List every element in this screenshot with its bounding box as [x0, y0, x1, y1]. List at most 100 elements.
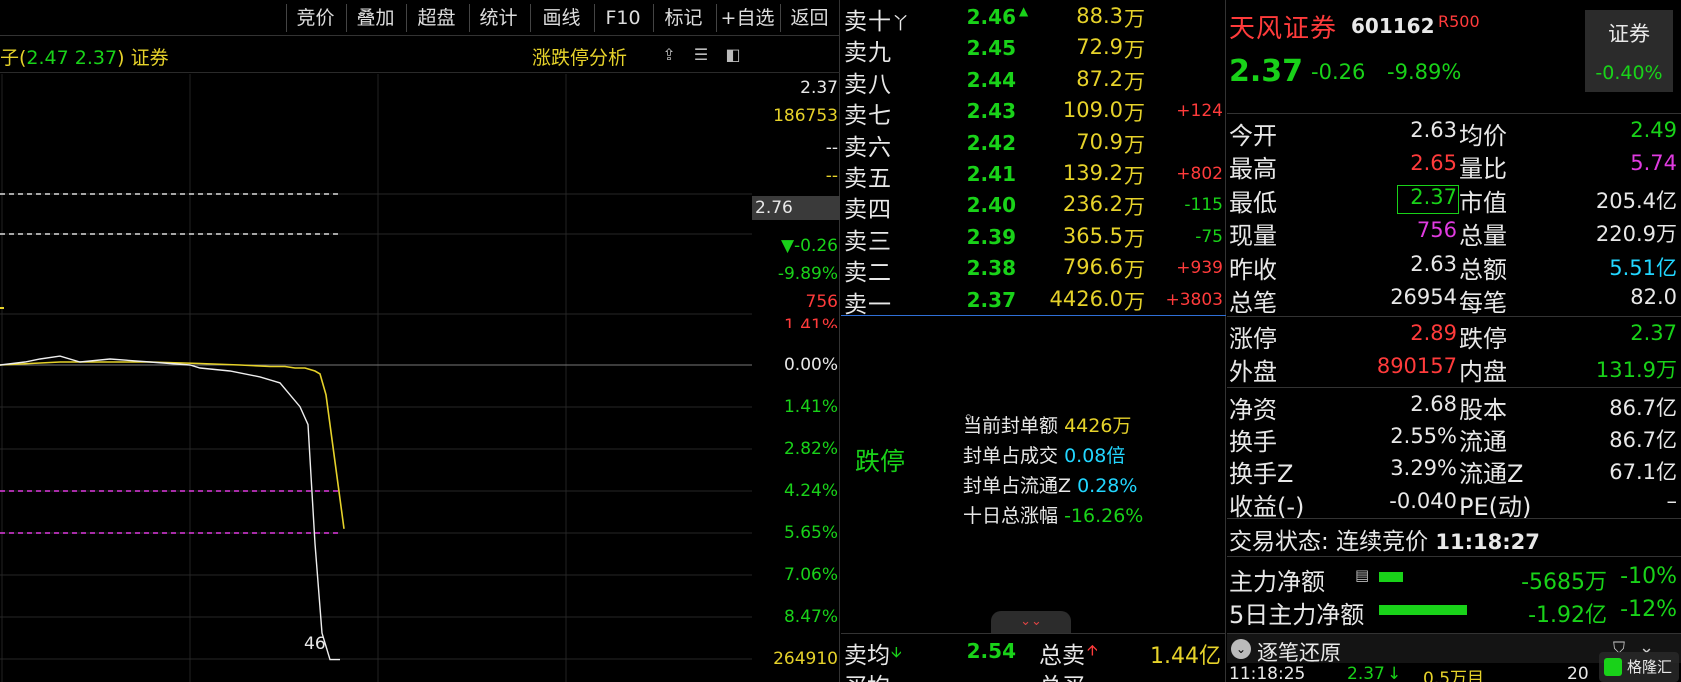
panel-toggle-icon[interactable]: ◧ [722, 45, 744, 65]
seal-value: -16.26% [1064, 505, 1144, 527]
collapse-chevron-icon[interactable]: ⌄ [1231, 639, 1251, 659]
flow-detail-icon[interactable]: ▤ [1355, 566, 1369, 584]
quote-value: 5.74 [1630, 151, 1677, 176]
ask-row[interactable]: 卖七 2.43 109.0 万 +124 [841, 95, 1226, 129]
ask-volume: 72.9 [1076, 35, 1123, 60]
ask-label: 卖三 [844, 228, 892, 255]
last-price: 2.37 [1229, 54, 1304, 89]
toolbar-button-3[interactable]: 统计 [469, 4, 527, 32]
seal-key: 封单占流通Z [963, 475, 1072, 497]
ask-row[interactable]: 卖五 2.41 139.2 万 +802 [841, 158, 1226, 192]
quote-key: 流通 [1459, 428, 1507, 457]
toolbar-button-8[interactable]: 返回 [780, 4, 838, 32]
toolbar-button-5[interactable]: F10 [594, 4, 651, 32]
axis-top-blank-2: -- [825, 166, 838, 186]
ask-row[interactable]: 卖八 2.44 87.2 万 [841, 64, 1226, 98]
stock-name: 天风证券 [1229, 14, 1338, 44]
limit-analysis-link[interactable]: 涨跌停分析 [532, 43, 627, 70]
quote-value: 67.1亿 [1609, 460, 1677, 485]
flow-bar [1379, 605, 1467, 615]
tick-volume: 0.5万目 [1423, 669, 1485, 682]
quote-value: 2.63 [1410, 118, 1457, 142]
ask-price: 2.45 [966, 36, 1016, 61]
quote-key: 跌停 [1459, 325, 1507, 353]
flow-label: 主力净额 [1229, 568, 1325, 596]
toolbar-button-0[interactable]: 竞价 [286, 4, 344, 32]
total-sell-value: 1.44亿 [1150, 644, 1221, 669]
flow-label: 5日主力净额 [1229, 601, 1365, 629]
down-arrow-icon: 🡫 [891, 643, 902, 661]
quote-key: 市值 [1459, 188, 1507, 217]
quote-key: 量比 [1459, 155, 1507, 184]
ask-unit: 万 [1124, 38, 1145, 63]
quote-value: 2.68 [1410, 392, 1457, 416]
tick-price: 2.37 [1347, 664, 1385, 682]
avg-sell-label: 卖均 [844, 643, 890, 669]
ask-change: -75 [1195, 226, 1223, 247]
ask-label: 卖五 [844, 166, 892, 192]
menu-icon[interactable]: ☰ [690, 45, 712, 65]
intraday-chart[interactable] [0, 74, 752, 682]
ask-label: 卖七 [844, 103, 892, 130]
ask-label: 卖二 [844, 260, 892, 287]
toolbar-button-6[interactable]: 标记 [653, 4, 713, 32]
ask-row[interactable]: 卖一 2.37 4426.0 万 +3803 [841, 284, 1226, 318]
sector-box[interactable]: 证券 -0.40% [1585, 10, 1673, 92]
axis-pct-tick: 8.47% [783, 607, 838, 627]
price-change: -0.26 [1311, 60, 1366, 84]
ask-arrow: ▲ [1019, 4, 1029, 18]
axis-change: ▼-0.26 [780, 236, 838, 256]
quote-value: 220.9万 [1595, 222, 1677, 247]
ask-row[interactable]: 卖九 2.45 72.9 万 [841, 32, 1226, 66]
ask-label: 卖一 [844, 291, 892, 318]
ask-row[interactable]: 卖三 2.39 365.5 万 -75 [841, 221, 1226, 255]
trading-status-time: 11:18:27 [1435, 530, 1540, 554]
quote-separator [1227, 518, 1681, 519]
ask-label: 卖九 [844, 40, 892, 67]
ask-price: 2.40 [966, 193, 1016, 218]
toolbar-button-7[interactable]: +自选 [716, 4, 778, 32]
tick-time: 11:18:25 [1229, 664, 1306, 682]
quote-key: 总量 [1459, 222, 1507, 251]
quote-key: 今开 [1229, 122, 1277, 150]
seal-key: 封单占成交 [963, 445, 1059, 467]
quote-key: 换手Z [1229, 460, 1294, 489]
chart-subheader: 子(2.47 2.37) 证券 涨跌停分析 ⇪ ☰ ◧ [0, 37, 840, 73]
flow-pct: -10% [1620, 564, 1677, 589]
axis-pct-tick: 7.06% [783, 565, 838, 585]
ask-volume: 109.0 [1062, 98, 1123, 123]
quote-value: 86.7亿 [1609, 396, 1677, 420]
price-line [0, 355, 340, 661]
upload-icon[interactable]: ⇪ [658, 45, 680, 65]
toolbar-button-2[interactable]: 超盘 [406, 4, 466, 32]
ask-price: 2.43 [966, 99, 1016, 124]
axis-bottom-volume: 264910 [773, 649, 838, 669]
quote-value: 82.0 [1630, 285, 1677, 309]
quote-key: 均价 [1459, 122, 1507, 150]
ask-row[interactable]: 卖十丫 2.46 ▲ 88.3 万 [841, 1, 1226, 35]
axis-pct-tick: 2.82% [783, 439, 838, 459]
ask-row[interactable]: 卖四 2.40 236.2 万 -115 [841, 189, 1226, 223]
ask-label: 卖十丫 [844, 9, 910, 35]
ask-change: +939 [1176, 258, 1223, 279]
quote-separator [1227, 387, 1681, 388]
chart-end-label: 46 [304, 634, 326, 654]
ask-row[interactable]: 卖六 2.42 70.9 万 [841, 127, 1226, 161]
ask-change: +802 [1176, 164, 1223, 184]
seal-row: 十日总涨幅 -16.26% [963, 501, 1143, 528]
toolbar-button-1[interactable]: 叠加 [346, 4, 404, 32]
flow-amount: -5685万 [1521, 570, 1607, 595]
seal-row: 封单占流通Z 0.28% [963, 471, 1137, 498]
ask-volume: 236.2 [1062, 192, 1123, 217]
quote-key: 收益(-) [1229, 492, 1305, 521]
avg-price-line [0, 361, 345, 529]
seal-row: 封单占成交 0.08倍 [963, 441, 1125, 468]
tick-arrow: ↓ [1387, 664, 1402, 682]
ask-row[interactable]: 卖二 2.38 796.6 万 +939 [841, 252, 1226, 286]
quote-value: 2.55% [1390, 424, 1457, 449]
expand-chevron-icon[interactable]: ⌄⌄ [991, 611, 1071, 633]
quote-value: 2.49 [1630, 118, 1677, 142]
ask-price: 2.46 [966, 5, 1016, 29]
quote-key: 现量 [1229, 222, 1277, 251]
toolbar-button-4[interactable]: 画线 [530, 4, 592, 32]
